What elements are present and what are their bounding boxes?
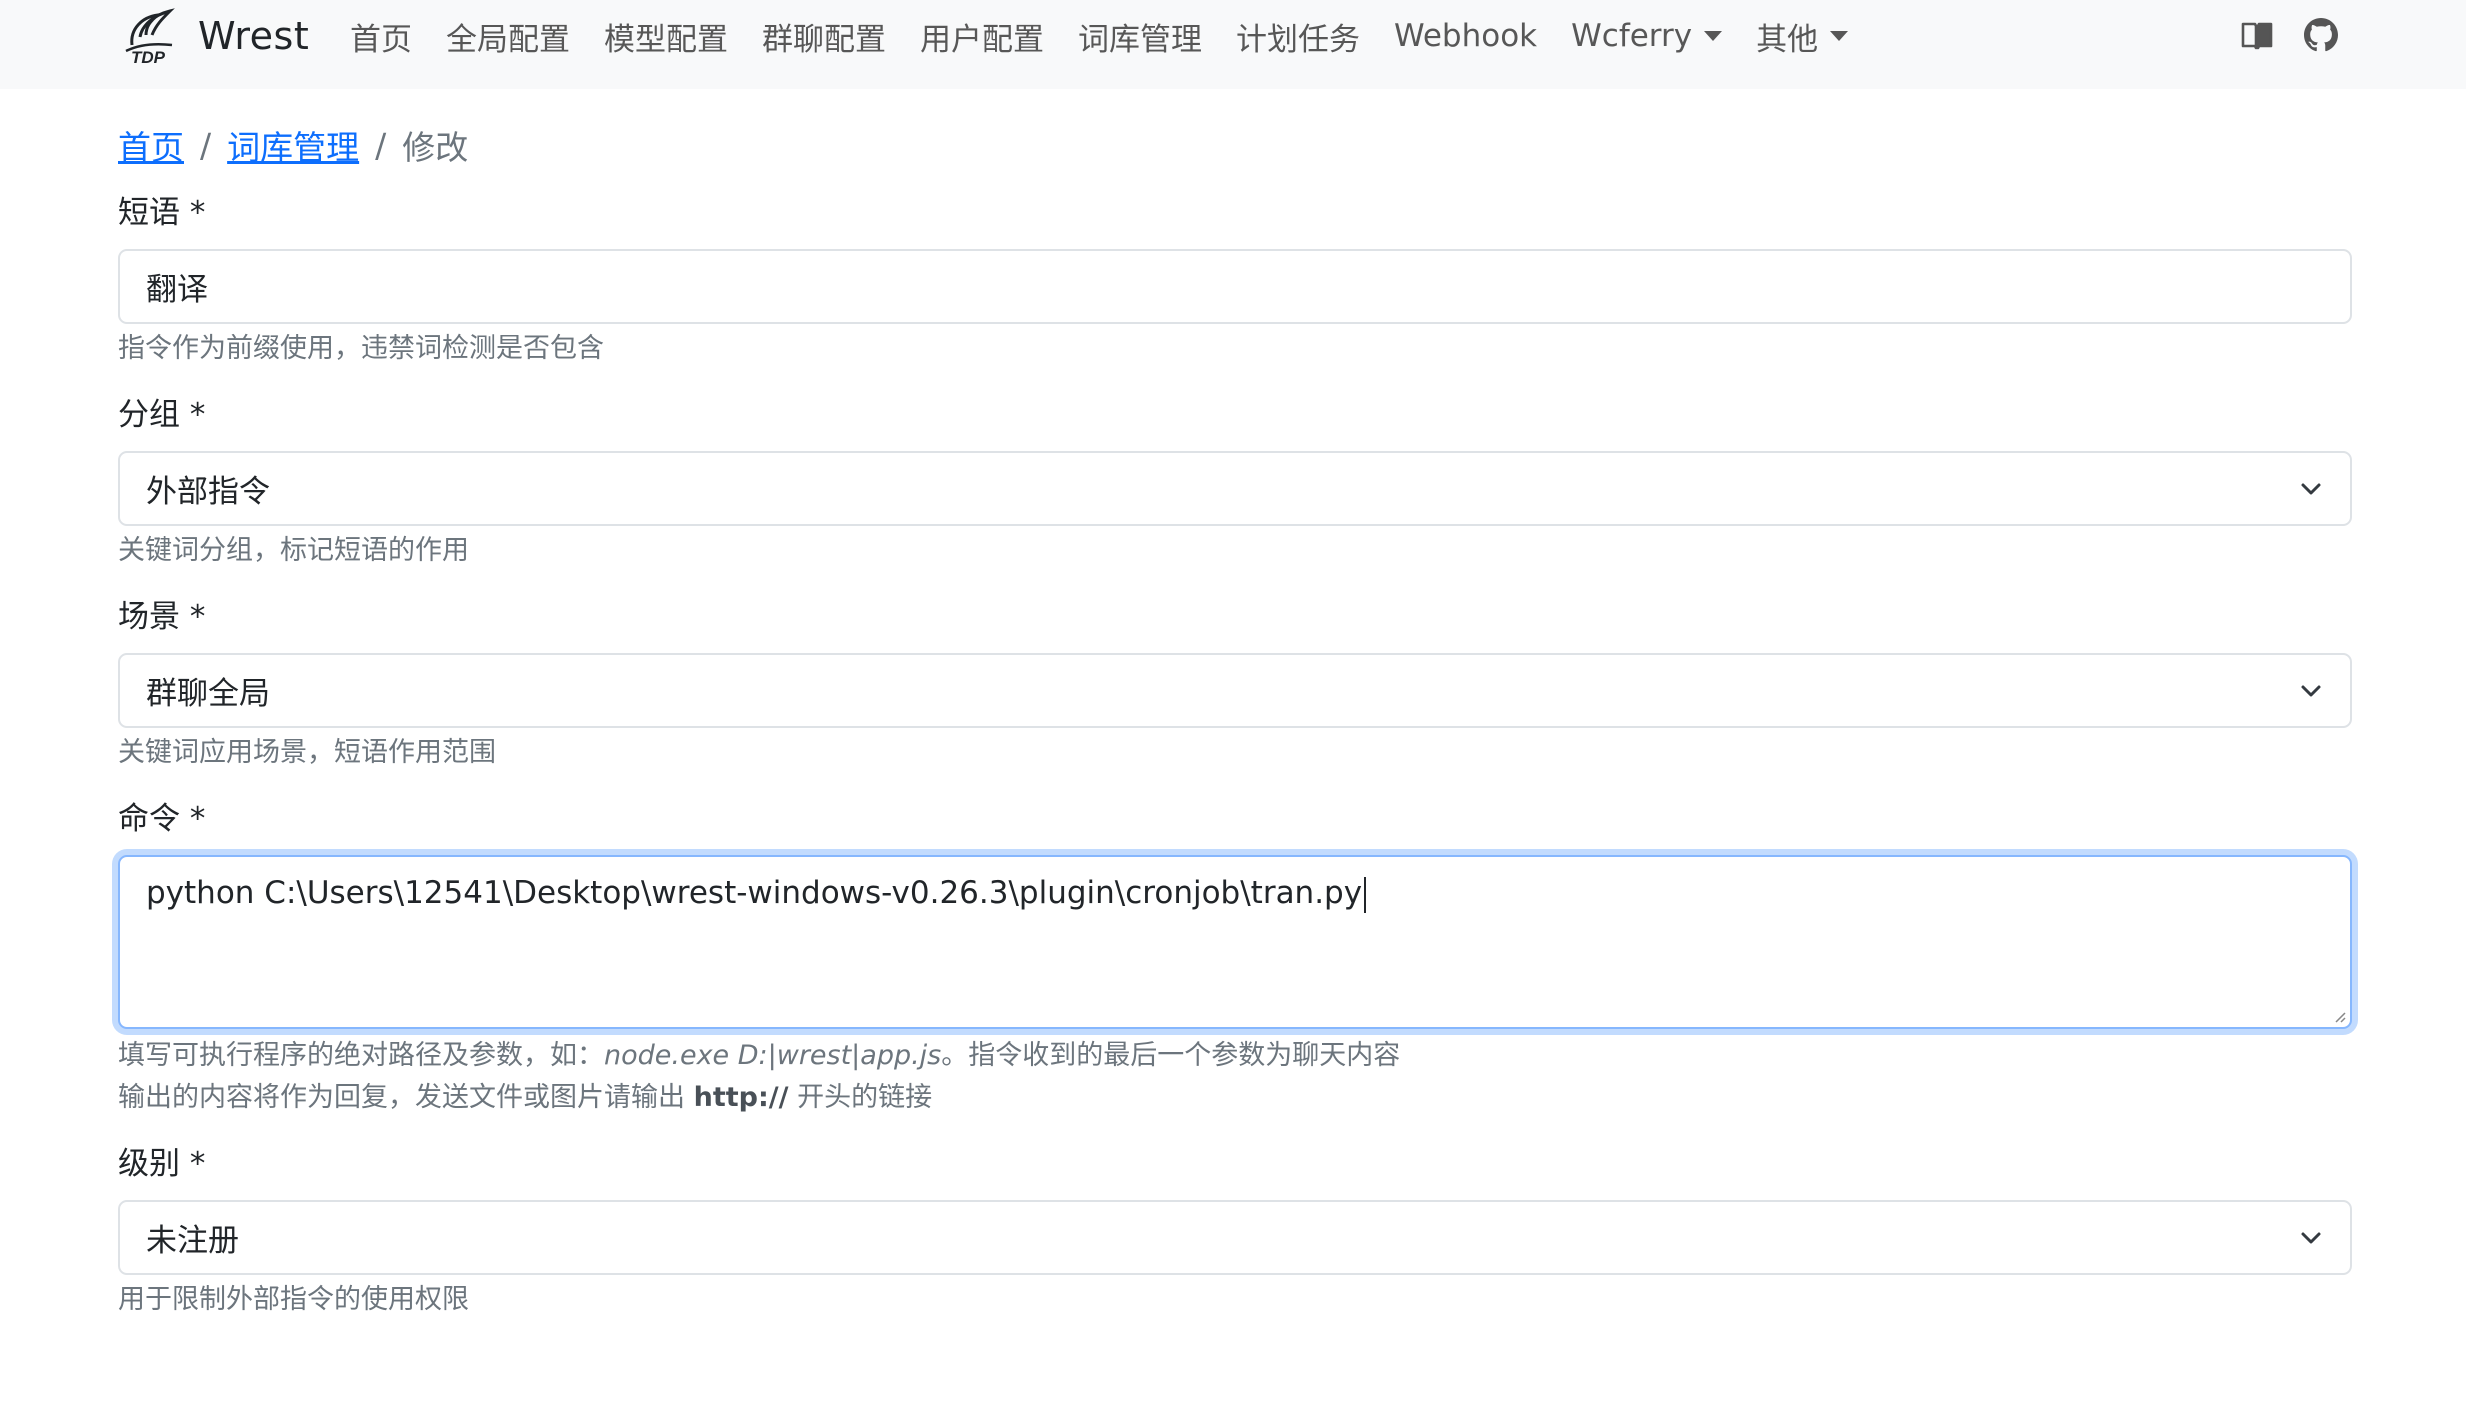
group-label: 分组 *: [118, 397, 206, 433]
nav-dropdown-wcferry[interactable]: Wcferry: [1571, 18, 1723, 54]
text-cursor: [1364, 876, 1367, 913]
svg-text:TDP: TDP: [131, 48, 166, 67]
level-help-text: 用于限制外部指令的使用权限: [118, 1284, 469, 1315]
brand[interactable]: TDP Wrest: [118, 0, 309, 72]
level-select-value: 未注册: [146, 1223, 239, 1259]
command-help-example: node.exe D:|wrest|app.js: [604, 1040, 942, 1071]
scene-select-value: 群聊全局: [146, 676, 270, 712]
tdp-logo-icon: TDP: [125, 8, 175, 67]
nav-right-icons: [2240, 0, 2338, 70]
command-textarea-value: python C:\Users\12541\Desktop\wrest-wind…: [146, 875, 1363, 911]
nav-item-label: 其他: [1756, 21, 1819, 58]
nav-dropdown-other[interactable]: 其他: [1756, 14, 1849, 59]
level-label: 级别 *: [118, 1146, 206, 1182]
nav-item-label: 首页: [350, 21, 412, 58]
chevron-down-icon: [2301, 685, 2321, 696]
nav-item-webhook[interactable]: Webhook: [1394, 18, 1537, 54]
level-select[interactable]: 未注册: [118, 1200, 2352, 1275]
phrase-field: 短语 * 翻译 指令作为前缀使用，违禁词检测是否包含: [118, 193, 2352, 370]
main-content: 首页 / 词库管理 / 修改 短语 * 翻译 指令作为前缀使用，违禁词检测是否包…: [118, 89, 2352, 1321]
nav-item-label: 群聊配置: [762, 21, 886, 58]
brand-name: Wrest: [198, 14, 310, 58]
command-help-suffix: 。指令收到的最后一个参数为聊天内容: [941, 1040, 1401, 1071]
main-nav: 首页 全局配置 模型配置 群聊配置 用户配置 词库管理 计划任务 Webhook…: [350, 0, 1882, 72]
level-field: 级别 * 未注册 用于限制外部指令的使用权限: [118, 1144, 2352, 1321]
command-field: 命令 * python C:\Users\12541\Desktop\wrest…: [118, 799, 2352, 1119]
phrase-input[interactable]: 翻译: [118, 249, 2352, 324]
group-field: 分组 * 外部指令 关键词分组，标记短语的作用: [118, 395, 2352, 572]
nav-item-home[interactable]: 首页: [350, 14, 412, 59]
caret-down-icon: [1704, 31, 1723, 41]
navbar: TDP Wrest 首页 全局配置 模型配置 群聊配置 用户配置 词库管理 计划…: [0, 0, 2466, 89]
nav-item-label: 计划任务: [1236, 21, 1360, 58]
scene-label: 场景 *: [118, 599, 206, 635]
command-help-text: 填写可执行程序的绝对路径及参数，如：node.exe D:|wrest|app.…: [118, 1035, 2352, 1119]
nav-item-label: 模型配置: [604, 21, 728, 58]
caret-down-icon: [1830, 31, 1849, 41]
nav-item-keyword-management[interactable]: 词库管理: [1078, 14, 1202, 59]
phrase-input-value: 翻译: [146, 272, 208, 308]
nav-item-label: Webhook: [1394, 18, 1538, 54]
github-icon[interactable]: [2304, 18, 2338, 52]
nav-item-label: Wcferry: [1571, 18, 1693, 54]
chevron-down-icon: [2301, 1232, 2321, 1243]
command-help-prefix: 填写可执行程序的绝对路径及参数，如：: [118, 1040, 604, 1071]
phrase-label: 短语 *: [118, 195, 206, 231]
breadcrumb-link-keyword-management[interactable]: 词库管理: [227, 121, 359, 169]
breadcrumb: 首页 / 词库管理 / 修改: [118, 125, 2352, 168]
resize-handle-icon[interactable]: [2330, 1007, 2346, 1023]
group-help-text: 关键词分组，标记短语的作用: [118, 535, 469, 566]
command-label: 命令 *: [118, 801, 206, 837]
nav-item-scheduled-tasks[interactable]: 计划任务: [1236, 14, 1360, 59]
command-textarea[interactable]: python C:\Users\12541\Desktop\wrest-wind…: [118, 855, 2352, 1029]
scene-field: 场景 * 群聊全局 关键词应用场景，短语作用范围: [118, 597, 2352, 774]
scene-help-text: 关键词应用场景，短语作用范围: [118, 737, 496, 768]
nav-item-label: 全局配置: [446, 21, 570, 58]
breadcrumb-separator: /: [375, 125, 387, 165]
breadcrumb-link-home[interactable]: 首页: [118, 121, 184, 169]
command-help-line2-bold: http://: [693, 1082, 789, 1113]
scene-select[interactable]: 群聊全局: [118, 653, 2352, 728]
breadcrumb-current: 修改: [402, 128, 469, 167]
group-select-value: 外部指令: [146, 474, 270, 510]
chevron-down-icon: [2301, 483, 2321, 494]
nav-item-label: 词库管理: [1078, 21, 1202, 58]
book-icon[interactable]: [2240, 18, 2274, 52]
nav-item-label: 用户配置: [920, 21, 1044, 58]
nav-item-user-config[interactable]: 用户配置: [920, 14, 1044, 59]
nav-item-global-config[interactable]: 全局配置: [446, 14, 570, 59]
command-help-line-2: 输出的内容将作为回复，发送文件或图片请输出 http:// 开头的链接: [118, 1077, 2352, 1119]
command-help-line-1: 填写可执行程序的绝对路径及参数，如：node.exe D:|wrest|app.…: [118, 1035, 2352, 1077]
nav-item-model-config[interactable]: 模型配置: [604, 14, 728, 59]
command-help-line2-suffix: 开头的链接: [788, 1082, 933, 1113]
command-help-line2-prefix: 输出的内容将作为回复，发送文件或图片请输出: [118, 1082, 694, 1113]
breadcrumb-separator: /: [200, 125, 212, 165]
phrase-help-text: 指令作为前缀使用，违禁词检测是否包含: [118, 333, 604, 364]
group-select[interactable]: 外部指令: [118, 451, 2352, 526]
nav-item-group-chat-config[interactable]: 群聊配置: [762, 14, 886, 59]
